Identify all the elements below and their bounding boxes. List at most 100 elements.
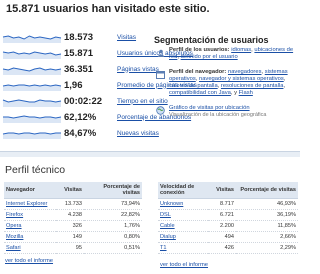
cell-name: Opera bbox=[4, 220, 56, 232]
cell-visits: 494 bbox=[208, 231, 236, 243]
stat-value: 00:02:22 bbox=[64, 95, 103, 107]
link-resoluciones-pantalla[interactable]: resoluciones de pantalla bbox=[221, 83, 284, 89]
row-link[interactable]: Dialup bbox=[160, 234, 176, 240]
cell-name: Mozilla bbox=[4, 231, 56, 243]
cell-percentage: 0,80% bbox=[84, 231, 142, 243]
browser-profile-label: Perfil del navegador: bbox=[169, 69, 227, 75]
browser-window-icon bbox=[156, 70, 165, 79]
user-icon bbox=[156, 48, 165, 57]
row-link[interactable]: Firefox bbox=[6, 212, 23, 218]
stat-link[interactable]: Nuevas visitas bbox=[117, 130, 159, 137]
globe-icon bbox=[156, 106, 165, 115]
stat-link[interactable]: Tiempo en el sitio bbox=[117, 98, 168, 105]
row-link[interactable]: Safari bbox=[6, 245, 21, 251]
stat-link[interactable]: Visitas bbox=[117, 34, 136, 41]
map-subtitle: Visualización de la ubicación geográfica bbox=[169, 112, 267, 118]
cell-name: Unknown bbox=[158, 198, 208, 210]
cell-name: Safari bbox=[4, 242, 56, 254]
segment-map-text: Gráfico de visitas por ubicación Visuali… bbox=[169, 105, 266, 119]
stat-value: 1,96 bbox=[64, 79, 83, 91]
segment-browser-text: Perfil del navegador: navegadores, siste… bbox=[169, 69, 288, 96]
cell-name: Firefox bbox=[4, 209, 56, 221]
table-row: DSL 6.721 36,19% bbox=[158, 209, 298, 221]
row-link[interactable]: T1 bbox=[160, 245, 167, 251]
section-divider bbox=[0, 151, 300, 157]
cell-percentage: 11,85% bbox=[236, 220, 298, 232]
stat-link[interactable]: Páginas vistas bbox=[117, 66, 159, 73]
cell-visits: 326 bbox=[56, 220, 84, 232]
segmentation-title: Segmentación de usuarios bbox=[154, 35, 269, 45]
row-link[interactable]: Internet Explorer bbox=[6, 201, 47, 207]
cell-percentage: 22,82% bbox=[84, 209, 142, 221]
page-title: 15.871 usuarios han visitado este sitio. bbox=[6, 3, 210, 15]
cell-visits: 4.238 bbox=[56, 209, 84, 221]
cell-percentage: 1,76% bbox=[84, 220, 142, 232]
cell-visits: 8.717 bbox=[208, 198, 236, 210]
cell-visits: 6.721 bbox=[208, 209, 236, 221]
link-idiomas[interactable]: idiomas bbox=[231, 47, 251, 53]
link-flash[interactable]: Flash bbox=[239, 90, 253, 96]
col-header-pct: Porcentaje de visitas bbox=[236, 182, 298, 199]
sparkline bbox=[2, 35, 62, 43]
browsers-full-report-link[interactable]: ver todo el informe bbox=[5, 258, 53, 264]
cell-name: DSL bbox=[158, 209, 208, 221]
stat-row: 36.351 Páginas vistas bbox=[2, 62, 159, 76]
stat-value: 15.871 bbox=[64, 47, 94, 59]
stat-value: 62,12% bbox=[64, 111, 97, 123]
cell-visits: 13.733 bbox=[56, 198, 84, 210]
col-header-pct: Porcentaje de visitas bbox=[84, 182, 142, 199]
row-link[interactable]: Mozilla bbox=[6, 234, 23, 240]
cell-name: Dialup bbox=[158, 231, 208, 243]
cell-percentage: 2,29% bbox=[236, 242, 298, 254]
segment-map: Gráfico de visitas por ubicación Visuali… bbox=[156, 105, 298, 119]
y-separator: y bbox=[234, 90, 238, 96]
sparkline bbox=[2, 132, 61, 139]
link-compatibilidad-java[interactable]: compatibilidad con Java bbox=[169, 90, 231, 96]
link-mapa-visitas[interactable]: Gráfico de visitas por ubicación bbox=[169, 105, 250, 111]
table-row: Safari 95 0,51% bbox=[4, 242, 142, 254]
cell-visits: 2.200 bbox=[208, 220, 236, 232]
row-link[interactable]: DSL bbox=[160, 212, 171, 218]
segment-browser-profile: Perfil del navegador: navegadores, siste… bbox=[156, 69, 298, 97]
cell-name: Internet Explorer bbox=[4, 198, 56, 210]
row-link[interactable]: Unknown bbox=[160, 201, 183, 207]
users-profile-label: Perfil de los usuarios: bbox=[169, 47, 230, 53]
stat-row: 00:02:22 Tiempo en el sitio bbox=[2, 94, 168, 108]
table-row: T1 426 2,29% bbox=[158, 242, 298, 254]
row-link[interactable]: Cable bbox=[160, 223, 175, 229]
sparkline bbox=[2, 84, 62, 91]
connection-full-report-link[interactable]: ver todo el informe bbox=[160, 262, 208, 268]
link-colores-pantalla[interactable]: colores de pantalla bbox=[169, 83, 218, 89]
table-row: Unknown 8.717 46,93% bbox=[158, 198, 298, 210]
stat-row: 18.573 Visitas bbox=[2, 30, 136, 44]
sparkline bbox=[3, 115, 62, 123]
cell-percentage: 0,51% bbox=[84, 242, 142, 254]
connection-table: Velocidad de conexión Visitas Porcentaje… bbox=[158, 182, 298, 254]
cell-percentage: 73,94% bbox=[84, 198, 142, 210]
link-navegadores[interactable]: navegadores bbox=[228, 69, 262, 75]
table-row: Opera 326 1,76% bbox=[4, 220, 142, 232]
sparkline bbox=[2, 51, 62, 59]
stat-value: 84,67% bbox=[64, 127, 97, 139]
segment-users-profile: Perfil de los usuarios: idiomas, ubicaci… bbox=[156, 47, 298, 61]
tech-profile-title: Perfil técnico bbox=[5, 164, 66, 176]
table-row: Dialup 494 2,66% bbox=[158, 231, 298, 243]
col-header-visits: Visitas bbox=[56, 182, 84, 199]
col-header-connection: Velocidad de conexión bbox=[158, 182, 208, 199]
cell-percentage: 46,93% bbox=[236, 198, 298, 210]
cell-percentage: 2,66% bbox=[236, 231, 298, 243]
table-row: Firefox 4.238 22,82% bbox=[4, 209, 142, 221]
col-header-visits: Visitas bbox=[208, 182, 236, 199]
sparkline bbox=[2, 67, 62, 75]
link-navegador-sistemas[interactable]: navegador y sistemas operativos bbox=[199, 76, 284, 82]
stat-row: 84,67% Nuevas visitas bbox=[2, 126, 159, 140]
link-definido-usuario[interactable]: definido por el usuario bbox=[181, 54, 238, 60]
browsers-table: Navegador Visitas Porcentaje de visitas … bbox=[4, 182, 142, 254]
stat-value: 36.351 bbox=[64, 63, 94, 75]
table-row: Cable 2.200 11,85% bbox=[158, 220, 298, 232]
cell-name: Cable bbox=[158, 220, 208, 232]
table-row: Internet Explorer 13.733 73,94% bbox=[4, 198, 142, 210]
cell-name: T1 bbox=[158, 242, 208, 254]
cell-visits: 426 bbox=[208, 242, 236, 254]
row-link[interactable]: Opera bbox=[6, 223, 22, 229]
